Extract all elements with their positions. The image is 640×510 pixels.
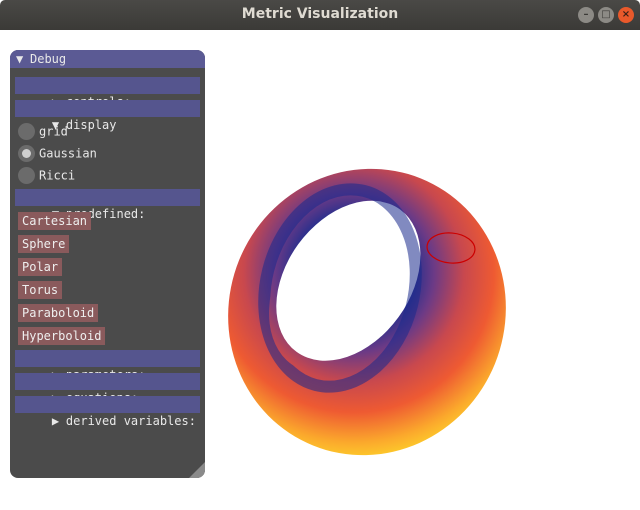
section-equations[interactable]: ▶equations: <box>15 373 200 405</box>
section-parameters[interactable]: ▶parameters: <box>15 350 200 382</box>
section-derived-variables[interactable]: ▶ derived variables: <box>15 396 200 428</box>
collapse-arrow-icon: ▼ <box>16 52 24 66</box>
radio-grid-label: grid <box>39 124 68 139</box>
torus-body <box>228 168 506 456</box>
radio-circle-icon <box>18 123 35 140</box>
polar-button[interactable]: Polar <box>18 258 63 276</box>
radio-ricci[interactable]: Ricci <box>18 166 75 184</box>
close-button[interactable]: × <box>618 7 634 23</box>
hyperboloid-button[interactable]: Hyperboloid <box>18 327 106 345</box>
radio-selected-icon <box>18 145 35 162</box>
sphere-button[interactable]: Sphere <box>18 235 70 253</box>
section-predefined[interactable]: ▼predefined: <box>15 189 200 221</box>
expand-arrow-icon: ▶ <box>51 414 60 428</box>
resize-grip-icon[interactable] <box>189 462 205 478</box>
paraboloid-button[interactable]: Paraboloid <box>18 304 99 322</box>
section-display[interactable]: ▼ display <box>15 100 200 132</box>
window-controls: – □ × <box>578 7 634 23</box>
radio-gaussian-label: Gaussian <box>39 146 97 161</box>
section-derived-variables-label: derived variables: <box>65 414 196 428</box>
radio-gaussian[interactable]: Gaussian <box>18 144 97 162</box>
cartesian-button[interactable]: Cartesian <box>18 212 92 230</box>
debug-panel-titlebar[interactable]: ▼ Debug <box>10 50 205 68</box>
radio-circle-icon <box>18 167 35 184</box>
torus-button[interactable]: Torus <box>18 281 63 299</box>
minimize-button[interactable]: – <box>578 7 594 23</box>
section-display-label: display <box>65 118 117 132</box>
section-controls[interactable]: ▶controls: <box>15 77 200 109</box>
window-titlebar[interactable]: Metric Visualization – □ × <box>0 0 640 30</box>
debug-panel-title: Debug <box>30 52 67 66</box>
maximize-button[interactable]: □ <box>598 7 614 23</box>
debug-panel[interactable]: ▼ Debug ▶controls: ▼display grid Gaussian… <box>10 50 205 478</box>
radio-grid[interactable]: grid <box>18 122 68 140</box>
window-title: Metric Visualization <box>241 6 399 22</box>
radio-ricci-label: Ricci <box>39 168 76 183</box>
